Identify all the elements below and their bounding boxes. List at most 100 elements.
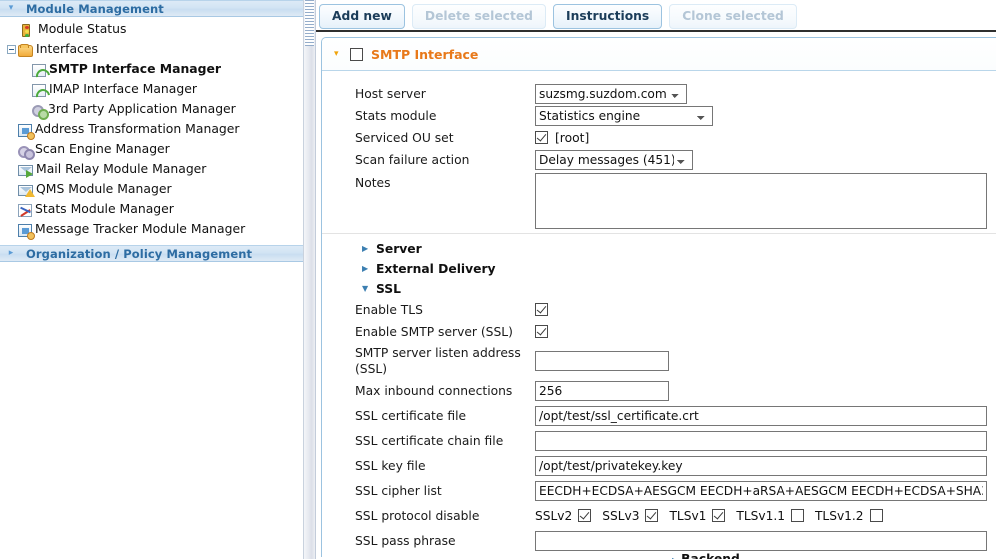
protocol-label: SSLv3 [602,508,640,523]
host-server-select[interactable]: suzsmg.suzdom.com [535,83,687,104]
instructions-button[interactable]: Instructions [553,4,663,29]
traffic-light-icon [22,23,30,37]
field-row-ssl-protocol-disable: SSL protocol disable SSLv2 SSLv3 TLSv1 T… [322,505,996,526]
smtp-interface-panel: ▾ SMTP Interface Host server suzsmg.suzd… [321,37,996,557]
tree-item-scan-engine-manager[interactable]: Scan Engine Manager [0,139,303,160]
protocol-checkbox-tlsv1[interactable] [712,509,726,522]
enable-smtp-server-ssl-label: Enable SMTP server (SSL) [355,324,513,339]
protocol-checkbox-sslv3[interactable] [645,509,659,522]
section-label: Server [376,242,422,256]
ssl-protocol-disable-group: SSLv2 SSLv3 TLSv1 TLSv1.1 TLSv1.2 [535,509,996,523]
tree-item-smtp-interface-manager[interactable]: SMTP Interface Manager [0,59,303,79]
toolbar: Add new Delete selected Instructions Clo… [316,0,996,32]
module-tree: Module Status Interfaces SMTP Interface … [0,17,303,240]
tree-item-address-transformation-manager[interactable]: Address Transformation Manager [0,119,303,140]
accordion-header-organization-policy-management[interactable]: ▸ Organization / Policy Management [0,245,303,262]
protocol-item-sslv3: SSLv3 [602,508,659,523]
ssl-cipher-list-label: SSL cipher list [355,483,442,498]
address-icon [18,123,35,140]
tree-item-mail-relay-module-manager[interactable]: Mail Relay Module Manager [0,159,303,179]
application-window: ▾ Module Management Module Status Interf… [0,0,996,559]
notes-label: Notes [355,176,391,190]
ssl-protocol-disable-label: SSL protocol disable [355,508,480,523]
serviced-ou-set-checkbox[interactable] [535,131,548,144]
tree-item-label: Scan Engine Manager [35,141,170,156]
smtp-interface-form: Host server suzsmg.suzdom.com Stats modu… [322,71,996,551]
field-row-notes: Notes [322,173,996,229]
tree-item-qms-module-manager[interactable]: QMS Module Manager [0,179,303,199]
notes-textarea[interactable] [535,173,987,229]
section-toggle-ssl[interactable]: SSL [322,279,996,299]
stats-chart-icon [18,203,32,217]
protocol-checkbox-sslv2[interactable] [578,509,592,522]
section-toggle-server[interactable]: Server [322,239,996,259]
delete-selected-button[interactable]: Delete selected [411,4,546,29]
protocol-checkbox-tlsv1-2[interactable] [869,509,883,522]
enable-smtp-server-ssl-checkbox[interactable] [535,325,548,338]
tree-item-message-tracker-module-manager[interactable]: Message Tracker Module Manager [0,219,303,240]
divider [322,233,996,234]
field-row-ssl-key-file: SSL key file [322,455,996,476]
ssl-certificate-chain-file-input[interactable] [535,430,987,451]
tree-item-label: Stats Module Manager [35,201,174,216]
panel-header[interactable]: ▾ SMTP Interface [322,38,996,71]
protocol-label: SSLv2 [535,508,573,523]
field-row-enable-smtp-server-ssl: Enable SMTP server (SSL) [322,321,996,342]
max-inbound-connections-label: Max inbound connections [355,383,513,398]
navigation-sidebar: ▾ Module Management Module Status Interf… [0,0,303,559]
chevron-right-icon [362,265,374,273]
field-row-serviced-ou-set: Serviced OU set [root] [322,127,996,148]
accordion-header-module-management[interactable]: ▾ Module Management [0,0,303,17]
pane-splitter[interactable] [303,0,316,559]
protocol-label: TLSv1 [669,508,707,523]
ssl-key-file-input[interactable] [535,455,987,476]
field-row-enable-tls: Enable TLS [322,299,996,320]
ssl-pass-phrase-input[interactable] [535,530,987,551]
tree-item-label: 3rd Party Application Manager [48,101,236,116]
field-row-ssl-cipher-list: SSL cipher list [322,480,996,501]
stats-module-select[interactable]: Statistics engine [535,105,713,126]
protocol-checkbox-tlsv1-1[interactable] [790,509,804,522]
tree-item-interfaces[interactable]: Interfaces [0,39,303,59]
field-row-ssl-pass-phrase: SSL pass phrase [322,530,996,551]
protocol-item-sslv2: SSLv2 [535,508,592,523]
section-toggle-backend[interactable]: ▶Backend [672,552,740,559]
protocol-item-tlsv1: TLSv1 [669,508,726,523]
field-row-max-inbound-connections: Max inbound connections [322,380,996,401]
splitter-grip-icon[interactable] [305,0,314,46]
tree-item-label: Interfaces [36,41,98,56]
chevron-down-icon[interactable]: ▾ [334,49,350,59]
ssl-certificate-file-input[interactable] [535,405,987,426]
add-new-button[interactable]: Add new [319,4,405,29]
folder-icon [18,43,33,57]
tree-item-stats-module-manager[interactable]: Stats Module Manager [0,199,303,219]
interface-icon [32,83,46,97]
clone-selected-button[interactable]: Clone selected [669,4,797,29]
tree-item-module-status[interactable]: Module Status [0,19,303,39]
field-row-ssl-certificate-chain-file: SSL certificate chain file [322,430,996,451]
scan-failure-action-select[interactable]: Delay messages (451) [535,149,693,170]
serviced-ou-set-label: Serviced OU set [355,130,454,145]
enable-tls-label: Enable TLS [355,302,423,317]
collapse-toggle-icon[interactable] [4,44,18,54]
field-row-scan-failure-action: Scan failure action Delay messages (451) [322,149,996,170]
tree-item-label: IMAP Interface Manager [49,81,197,96]
section-toggle-external-delivery[interactable]: External Delivery [322,259,996,279]
accordion-title: Module Management [26,1,164,16]
tree-item-label: SMTP Interface Manager [49,61,222,76]
main-content-pane: Add new Delete selected Instructions Clo… [316,0,996,559]
enable-tls-checkbox[interactable] [535,303,548,316]
serviced-ou-set-value: [root] [555,130,590,145]
ssl-certificate-file-label: SSL certificate file [355,408,467,423]
tree-item-label: Address Transformation Manager [35,121,240,136]
gears-icon [32,104,49,120]
panel-select-checkbox[interactable] [350,47,363,61]
chevron-right-icon [362,245,374,253]
max-inbound-connections-input[interactable] [535,380,669,401]
ssl-cipher-list-input[interactable] [535,480,987,501]
tree-item-label: QMS Module Manager [36,181,172,196]
listen-address-input[interactable] [535,351,669,371]
interface-icon [32,63,46,77]
accordion-title: Organization / Policy Management [26,246,253,261]
section-label: SSL [376,282,401,296]
